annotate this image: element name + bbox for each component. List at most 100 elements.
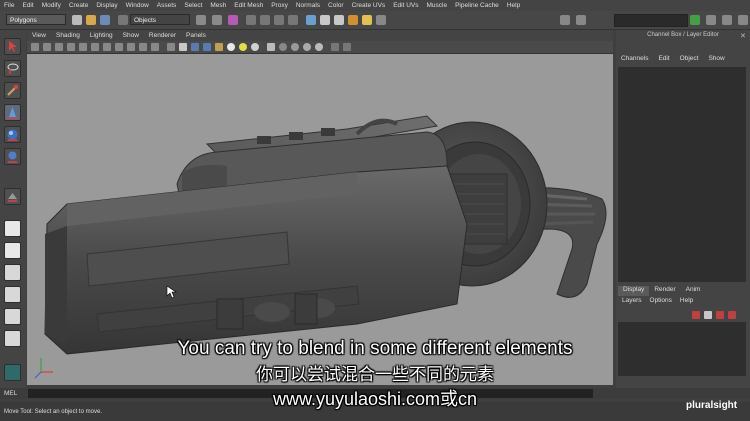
snap-surface-icon[interactable] bbox=[288, 15, 298, 25]
menu-muscle[interactable]: Muscle bbox=[422, 2, 451, 9]
layout-single-icon[interactable] bbox=[4, 220, 21, 237]
layout-four-icon[interactable] bbox=[4, 242, 21, 259]
hud-icon[interactable] bbox=[331, 43, 339, 51]
snap-curve-icon[interactable] bbox=[260, 15, 270, 25]
shadows-icon[interactable] bbox=[251, 43, 259, 51]
camera-attributes-icon[interactable] bbox=[43, 43, 51, 51]
wireframe-on-shaded-icon[interactable] bbox=[203, 43, 211, 51]
options-menu[interactable]: Options bbox=[646, 297, 676, 307]
menu-help[interactable]: Help bbox=[503, 2, 524, 9]
lasso-tool-icon[interactable] bbox=[4, 60, 21, 77]
depth-of-field-icon[interactable] bbox=[315, 43, 323, 51]
default-lighting-icon[interactable] bbox=[227, 43, 235, 51]
all-lights-icon[interactable] bbox=[239, 43, 247, 51]
menu-pipeline-cache[interactable]: Pipeline Cache bbox=[451, 2, 503, 9]
rotate-tool-icon[interactable] bbox=[4, 126, 21, 143]
scale-tool-icon[interactable] bbox=[4, 148, 21, 165]
bookmark-icon[interactable] bbox=[55, 43, 63, 51]
panel-menu-renderer[interactable]: Renderer bbox=[144, 32, 181, 39]
panel-menu-view[interactable]: View bbox=[27, 32, 51, 39]
wireframe-icon[interactable] bbox=[179, 43, 187, 51]
edit-menu[interactable]: Edit bbox=[653, 55, 674, 65]
help-menu[interactable]: Help bbox=[676, 297, 697, 307]
show-tool-settings-icon[interactable] bbox=[738, 15, 748, 25]
menu-edit[interactable]: Edit bbox=[18, 2, 37, 9]
tool-settings-icon[interactable] bbox=[560, 15, 570, 25]
ambient-occlusion-icon[interactable] bbox=[279, 43, 287, 51]
image-plane-icon[interactable] bbox=[67, 43, 75, 51]
camera-select-icon[interactable] bbox=[31, 43, 39, 51]
resolution-gate-icon[interactable] bbox=[103, 43, 111, 51]
component-mode-icon[interactable] bbox=[228, 15, 238, 25]
snap-grid-icon[interactable] bbox=[246, 15, 256, 25]
multisample-icon[interactable] bbox=[303, 43, 311, 51]
quick-select-icon[interactable] bbox=[376, 15, 386, 25]
menu-display[interactable]: Display bbox=[92, 2, 121, 9]
show-channel-box-icon[interactable] bbox=[706, 15, 716, 25]
show-menu[interactable]: Show bbox=[703, 55, 729, 65]
layers-menu[interactable]: Layers bbox=[618, 297, 646, 307]
safe-action-icon[interactable] bbox=[139, 43, 147, 51]
object-menu[interactable]: Object bbox=[675, 55, 704, 65]
selection-mask-icon[interactable] bbox=[118, 15, 128, 25]
last-tool-icon[interactable] bbox=[4, 188, 21, 205]
close-icon[interactable]: ✕ bbox=[740, 32, 746, 40]
object-mode-icon[interactable] bbox=[212, 15, 222, 25]
numeric-input-icon[interactable] bbox=[690, 15, 700, 25]
film-gate-icon[interactable] bbox=[91, 43, 99, 51]
render-settings-icon[interactable] bbox=[348, 15, 358, 25]
menu-window[interactable]: Window bbox=[122, 2, 153, 9]
layout-side-icon[interactable] bbox=[4, 264, 21, 281]
panel-menu-show[interactable]: Show bbox=[118, 32, 144, 39]
gate-mask-icon[interactable] bbox=[115, 43, 123, 51]
menu-color[interactable]: Color bbox=[324, 2, 348, 9]
tab-render[interactable]: Render bbox=[649, 286, 680, 296]
channel-box-area[interactable] bbox=[618, 67, 746, 282]
menu-mesh[interactable]: Mesh bbox=[206, 2, 230, 9]
layer-down-icon[interactable] bbox=[728, 311, 736, 319]
menu-normals[interactable]: Normals bbox=[292, 2, 324, 9]
panel-menu-shading[interactable]: Shading bbox=[51, 32, 85, 39]
stereo-icon[interactable] bbox=[343, 43, 351, 51]
textured-icon[interactable] bbox=[215, 43, 223, 51]
menu-create-uvs[interactable]: Create UVs bbox=[348, 2, 390, 9]
layout-outliner-icon[interactable] bbox=[4, 286, 21, 303]
panel-menu-lighting[interactable]: Lighting bbox=[85, 32, 118, 39]
new-scene-icon[interactable] bbox=[72, 15, 82, 25]
select-tool-icon[interactable] bbox=[4, 38, 21, 55]
menu-modify[interactable]: Modify bbox=[38, 2, 65, 9]
menu-create[interactable]: Create bbox=[65, 2, 93, 9]
history-icon[interactable] bbox=[306, 15, 316, 25]
save-scene-icon[interactable] bbox=[100, 15, 110, 25]
menu-file[interactable]: File bbox=[0, 2, 18, 9]
menu-assets[interactable]: Assets bbox=[153, 2, 181, 9]
safe-title-icon[interactable] bbox=[151, 43, 159, 51]
panel-menu-panels[interactable]: Panels bbox=[181, 32, 211, 39]
layout-graph-icon[interactable] bbox=[4, 308, 21, 325]
new-layer-icon[interactable] bbox=[692, 311, 700, 319]
isolate-select-icon[interactable] bbox=[167, 43, 175, 51]
new-layer-selected-icon[interactable] bbox=[704, 311, 712, 319]
open-scene-icon[interactable] bbox=[86, 15, 96, 25]
menu-edit-mesh[interactable]: Edit Mesh bbox=[230, 2, 267, 9]
tab-anim[interactable]: Anim bbox=[681, 286, 706, 296]
menu-proxy[interactable]: Proxy bbox=[267, 2, 292, 9]
move-tool-icon[interactable] bbox=[4, 104, 21, 121]
menu-select[interactable]: Select bbox=[180, 2, 206, 9]
input-line-field[interactable] bbox=[614, 14, 688, 27]
layer-up-icon[interactable] bbox=[716, 311, 724, 319]
hierarchy-icon[interactable] bbox=[196, 15, 206, 25]
grid-toggle-icon[interactable] bbox=[79, 43, 87, 51]
attribute-editor-icon[interactable] bbox=[576, 15, 586, 25]
render-icon[interactable] bbox=[320, 15, 330, 25]
channels-menu[interactable]: Channels bbox=[616, 55, 653, 65]
menu-set-select[interactable]: Polygons bbox=[6, 14, 66, 25]
field-chart-icon[interactable] bbox=[127, 43, 135, 51]
paint-select-icon[interactable] bbox=[4, 82, 21, 99]
objects-field[interactable]: Objects bbox=[130, 14, 190, 25]
perspective-viewport[interactable] bbox=[27, 54, 613, 385]
show-layer-editor-icon[interactable] bbox=[722, 15, 732, 25]
smooth-shade-icon[interactable] bbox=[191, 43, 199, 51]
xray-icon[interactable] bbox=[267, 43, 275, 51]
ipr-render-icon[interactable] bbox=[334, 15, 344, 25]
